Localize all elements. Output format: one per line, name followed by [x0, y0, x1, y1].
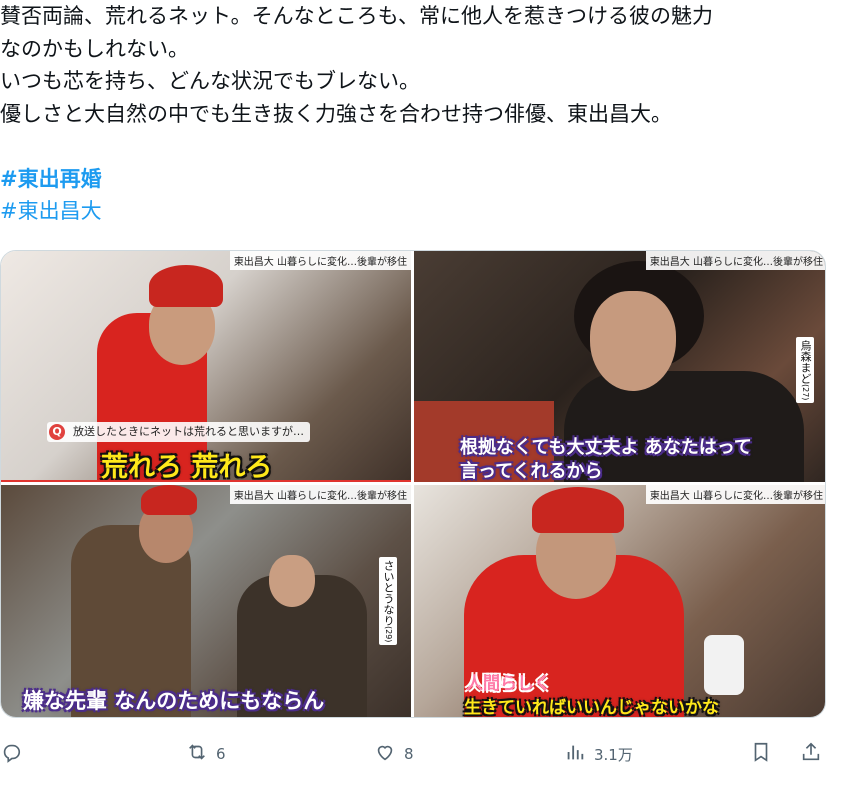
progress-line	[1, 480, 411, 482]
share-button[interactable]	[800, 736, 822, 772]
hashtag-link[interactable]: #東出昌大	[0, 195, 102, 227]
tweet-line: 賛否両論、荒れるネット。そんなところも、常に他人を惹きつける彼の魅力	[0, 4, 713, 28]
media-image-3[interactable]: 東出昌大 山暮らしに変化…後輩が移住 さいとうなり(29) 嫌な先輩 なんのため…	[1, 485, 411, 717]
subtitle-caption: 荒れろ 荒れろ	[101, 452, 273, 482]
news-label: 東出昌大 山暮らしに変化…後輩が移住	[645, 251, 825, 270]
question-text: 放送したときにネットは荒れると思いますが…	[73, 425, 304, 438]
media-image-2[interactable]: 東出昌大 山暮らしに変化…後輩が移住 烏森まど(27) 根拠なくても大丈夫よ あ…	[414, 251, 825, 482]
subtitle-caption: 人間らしく	[466, 674, 551, 694]
question-badge: Q	[49, 424, 65, 440]
subtitle-caption: 嫌な先輩 なんのためにもならん	[23, 689, 325, 713]
hashtag-list: #東出再婚 #東出昌大	[0, 163, 102, 227]
name-tag: さいとうなり(29)	[379, 557, 397, 646]
retweet-icon	[186, 741, 208, 767]
views-icon	[564, 741, 586, 767]
heart-icon	[374, 741, 396, 767]
name-tag: 烏森まど(27)	[796, 337, 814, 404]
person-face	[269, 555, 315, 607]
person-face	[590, 291, 676, 391]
media-grid: 東出昌大 山暮らしに変化…後輩が移住 Q 放送したときにネットは荒れると思います…	[0, 250, 826, 718]
tweet-actions: 6 8 3.1万	[0, 736, 844, 772]
white-bag	[704, 635, 744, 695]
media-image-1[interactable]: 東出昌大 山暮らしに変化…後輩が移住 Q 放送したときにネットは荒れると思います…	[1, 251, 411, 482]
reply-button[interactable]	[0, 736, 22, 772]
views-button[interactable]: 3.1万	[564, 736, 633, 772]
age-text: (29)	[384, 626, 393, 643]
subtitle-caption: 言ってくれるから	[460, 461, 603, 482]
subtitle-caption: 根拠なくても大丈夫よ あなたはって	[460, 437, 752, 458]
tweet-line: なのかもしれない。	[0, 36, 189, 61]
knit-hat	[149, 265, 223, 307]
subtitle-caption: 生きていればいいんじゃないかな	[464, 698, 719, 718]
news-label: 東出昌大 山暮らしに変化…後輩が移住	[645, 485, 825, 504]
tweet-text: 賛否両論、荒れるネット。そんなところも、常に他人を惹きつける彼の魅力 なのかもし…	[0, 0, 844, 130]
hashtag-link[interactable]: #東出再婚	[0, 163, 102, 195]
name-tag-text: さいとうなり	[382, 560, 395, 626]
media-image-4[interactable]: 東出昌大 山暮らしに変化…後輩が移住 人間らしく 生きていればいいんじゃないかな	[414, 485, 825, 718]
views-count: 3.1万	[594, 745, 633, 764]
tweet-line: 優しさと大自然の中でも生き抜く力強さを合わせ持つ俳優、東出昌大。	[0, 101, 672, 126]
news-label: 東出昌大 山暮らしに変化…後輩が移住	[229, 251, 411, 270]
like-count: 8	[404, 745, 414, 763]
knit-hat	[532, 487, 624, 533]
reply-icon	[0, 741, 22, 767]
news-label: 東出昌大 山暮らしに変化…後輩が移住	[229, 485, 411, 504]
name-tag-text: 烏森まど	[799, 340, 812, 384]
share-icon	[800, 741, 822, 767]
retweet-button[interactable]: 6	[186, 736, 226, 772]
knit-hat	[141, 485, 197, 515]
tweet-line: いつも芯を持ち、どんな状況でもブレない。	[0, 69, 420, 93]
retweet-count: 6	[216, 745, 226, 763]
bookmark-icon	[750, 741, 772, 767]
question-bar: Q 放送したときにネットは荒れると思いますが…	[47, 422, 310, 442]
age-text: (27)	[801, 384, 810, 401]
like-button[interactable]: 8	[374, 736, 414, 772]
bookmark-button[interactable]	[750, 736, 772, 772]
